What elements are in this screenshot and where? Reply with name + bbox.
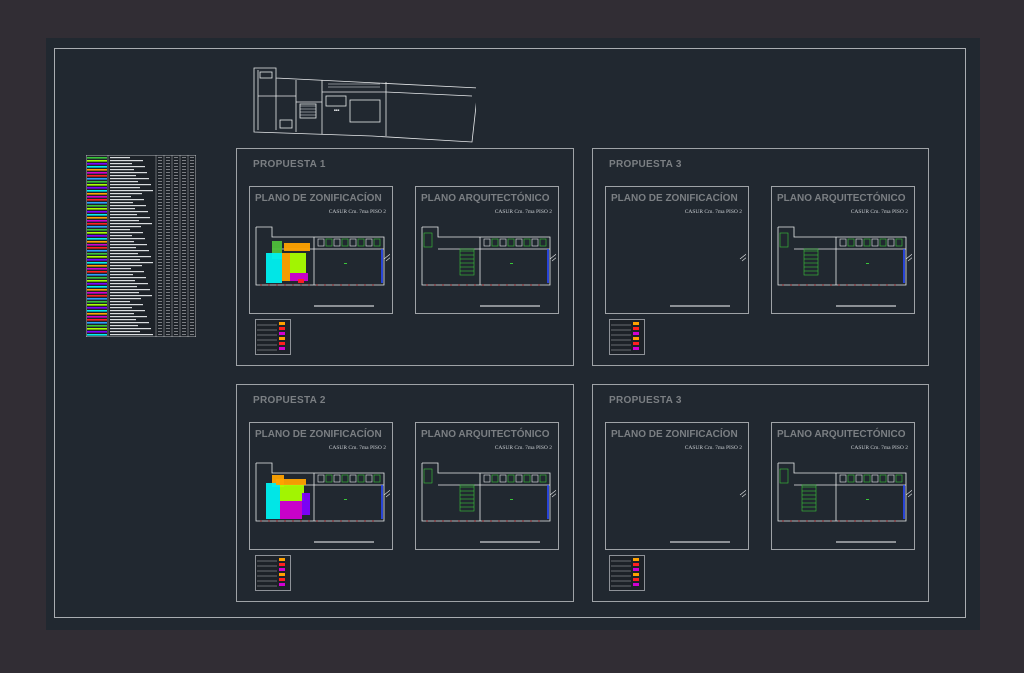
frame-subtitle: CASUR Cm. 7ma PISO 2 [328, 445, 386, 451]
frame-title: PLANO DE ZONIFICACÍON [255, 193, 382, 204]
architectural-plan-drawing [777, 226, 912, 286]
frame-subtitle: CASUR Cm. 7ma PISO 2 [684, 445, 742, 451]
title-bar [836, 541, 896, 543]
zoning-plan-frame[interactable]: PLANO DE ZONIFICACÍON CASUR Cm. 7ma PISO… [605, 422, 749, 550]
overview-floor-plan: ■■■ [253, 67, 476, 143]
zoning-legend [255, 319, 291, 355]
frame-subtitle: CASUR Cm. 7ma PISO 2 [684, 209, 742, 215]
frame-subtitle: CASUR Cm. 7ma PISO 2 [494, 209, 552, 215]
areas-schedule-table [86, 155, 196, 337]
zoning-plan-frame[interactable]: PLANO DE ZONIFICACÍON CASUR Cm. 7ma PISO… [249, 186, 393, 314]
zoning-plan-frame[interactable]: PLANO DE ZONIFICACÍON CASUR Cm. 7ma PISO… [605, 186, 749, 314]
frame-title: PLANO ARQUITECTÓNICO [777, 193, 906, 204]
frame-subtitle: CASUR Cm. 7ma PISO 2 [850, 209, 908, 215]
title-bar [670, 305, 730, 307]
zoning-legend [609, 555, 645, 591]
proposal-title: PROPUESTA 1 [253, 159, 326, 170]
zoning-plan-drawing [255, 462, 390, 522]
architectural-plan-frame[interactable]: PLANO ARQUITECTÓNICO CASUR Cm. 7ma PISO … [415, 186, 559, 314]
architectural-plan-frame[interactable]: PLANO ARQUITECTÓNICO CASUR Cm. 7ma PISO … [415, 422, 559, 550]
architectural-plan-drawing [421, 462, 556, 522]
architectural-plan-drawing [777, 462, 912, 522]
title-bar [670, 541, 730, 543]
title-bar [314, 541, 374, 543]
architectural-plan-frame[interactable]: PLANO ARQUITECTÓNICO CASUR Cm. 7ma PISO … [771, 186, 915, 314]
proposal-3-group-top: PROPUESTA 3 PLANO DE ZONIFICACÍON CASUR … [592, 148, 929, 366]
frame-subtitle: CASUR Cm. 7ma PISO 2 [850, 445, 908, 451]
proposal-2-group: PROPUESTA 2 PLANO DE ZONIFICACÍON CASUR … [236, 384, 574, 602]
title-bar [836, 305, 896, 307]
frame-title: PLANO DE ZONIFICACÍON [255, 429, 382, 440]
proposal-3-group-bottom: PROPUESTA 3 PLANO DE ZONIFICACÍON CASUR … [592, 384, 929, 602]
architectural-plan-frame[interactable]: PLANO ARQUITECTÓNICO CASUR Cm. 7ma PISO … [771, 422, 915, 550]
frame-title: PLANO ARQUITECTÓNICO [777, 429, 906, 440]
zoning-plan-frame[interactable]: PLANO DE ZONIFICACÍON CASUR Cm. 7ma PISO… [249, 422, 393, 550]
title-bar [480, 305, 540, 307]
frame-subtitle: CASUR Cm. 7ma PISO 2 [494, 445, 552, 451]
zoning-plan-drawing [255, 226, 390, 286]
frame-subtitle: CASUR Cm. 7ma PISO 2 [328, 209, 386, 215]
zoning-legend [609, 319, 645, 355]
frame-title: PLANO ARQUITECTÓNICO [421, 193, 550, 204]
proposal-title: PROPUESTA 2 [253, 395, 326, 406]
frame-title: PLANO ARQUITECTÓNICO [421, 429, 550, 440]
frame-title: PLANO DE ZONIFICACÍON [611, 193, 738, 204]
proposal-title: PROPUESTA 3 [609, 395, 682, 406]
frame-title: PLANO DE ZONIFICACÍON [611, 429, 738, 440]
title-bar [480, 541, 540, 543]
proposal-1-group: PROPUESTA 1 PLANO DE ZONIFICACÍON CASUR … [236, 148, 574, 366]
zoning-legend [255, 555, 291, 591]
svg-text:■■■: ■■■ [334, 108, 340, 112]
title-bar [314, 305, 374, 307]
zoning-plan-drawing [739, 253, 746, 262]
proposal-title: PROPUESTA 3 [609, 159, 682, 170]
architectural-plan-drawing [421, 226, 556, 286]
zoning-plan-drawing [739, 489, 746, 498]
